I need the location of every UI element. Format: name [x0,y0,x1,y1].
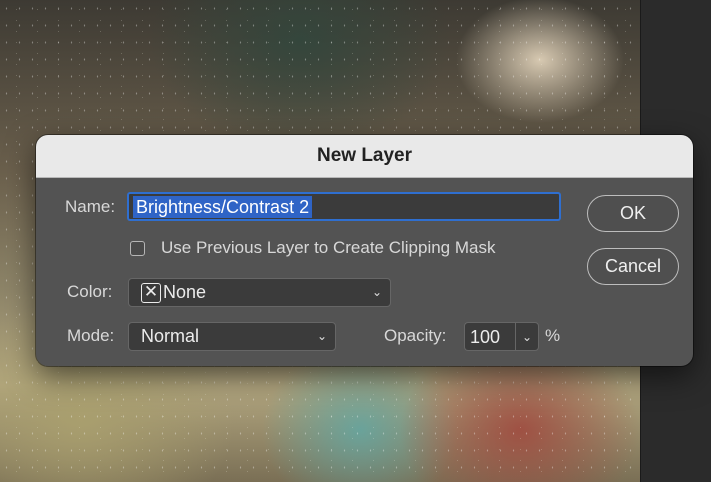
name-label: Name: [65,197,116,216]
opacity-unit: % [545,326,561,345]
chevron-down-icon: ⌄ [316,329,327,343]
opacity-label: Opacity: [384,326,447,345]
ok-button-label: OK [619,203,646,223]
chevron-down-icon: ⌄ [371,285,382,299]
opacity-input-value: 100 [470,327,501,347]
dialog-title: New Layer [316,145,413,166]
ok-button[interactable]: OK [587,195,679,232]
x-box-icon: ✕ [141,282,161,303]
cancel-button-label: Cancel [604,256,662,276]
chevron-down-icon: ⌄ [521,329,533,344]
name-input[interactable]: Brightness/Contrast 2 [128,193,560,220]
mode-label: Mode: [67,326,115,345]
color-label: Color: [67,282,113,301]
clipping-mask-checkbox[interactable] [130,241,145,256]
color-select-value: None [163,282,207,302]
opacity-dropdown-button[interactable]: ⌄ [515,322,539,351]
dialog-title-bar[interactable]: New Layer [36,135,693,178]
color-select[interactable]: ✕ None ⌄ [128,278,391,307]
cancel-button[interactable]: Cancel [587,248,679,285]
opacity-input[interactable]: 100 [464,322,515,351]
mode-select-value: Normal [141,326,200,346]
mode-select[interactable]: Normal ⌄ [128,322,336,351]
clipping-mask-label[interactable]: Use Previous Layer to Create Clipping Ma… [161,238,495,258]
name-input-value: Brightness/Contrast 2 [133,196,313,218]
new-layer-dialog: New Layer Name: Brightness/Contrast 2 Us… [36,135,693,366]
